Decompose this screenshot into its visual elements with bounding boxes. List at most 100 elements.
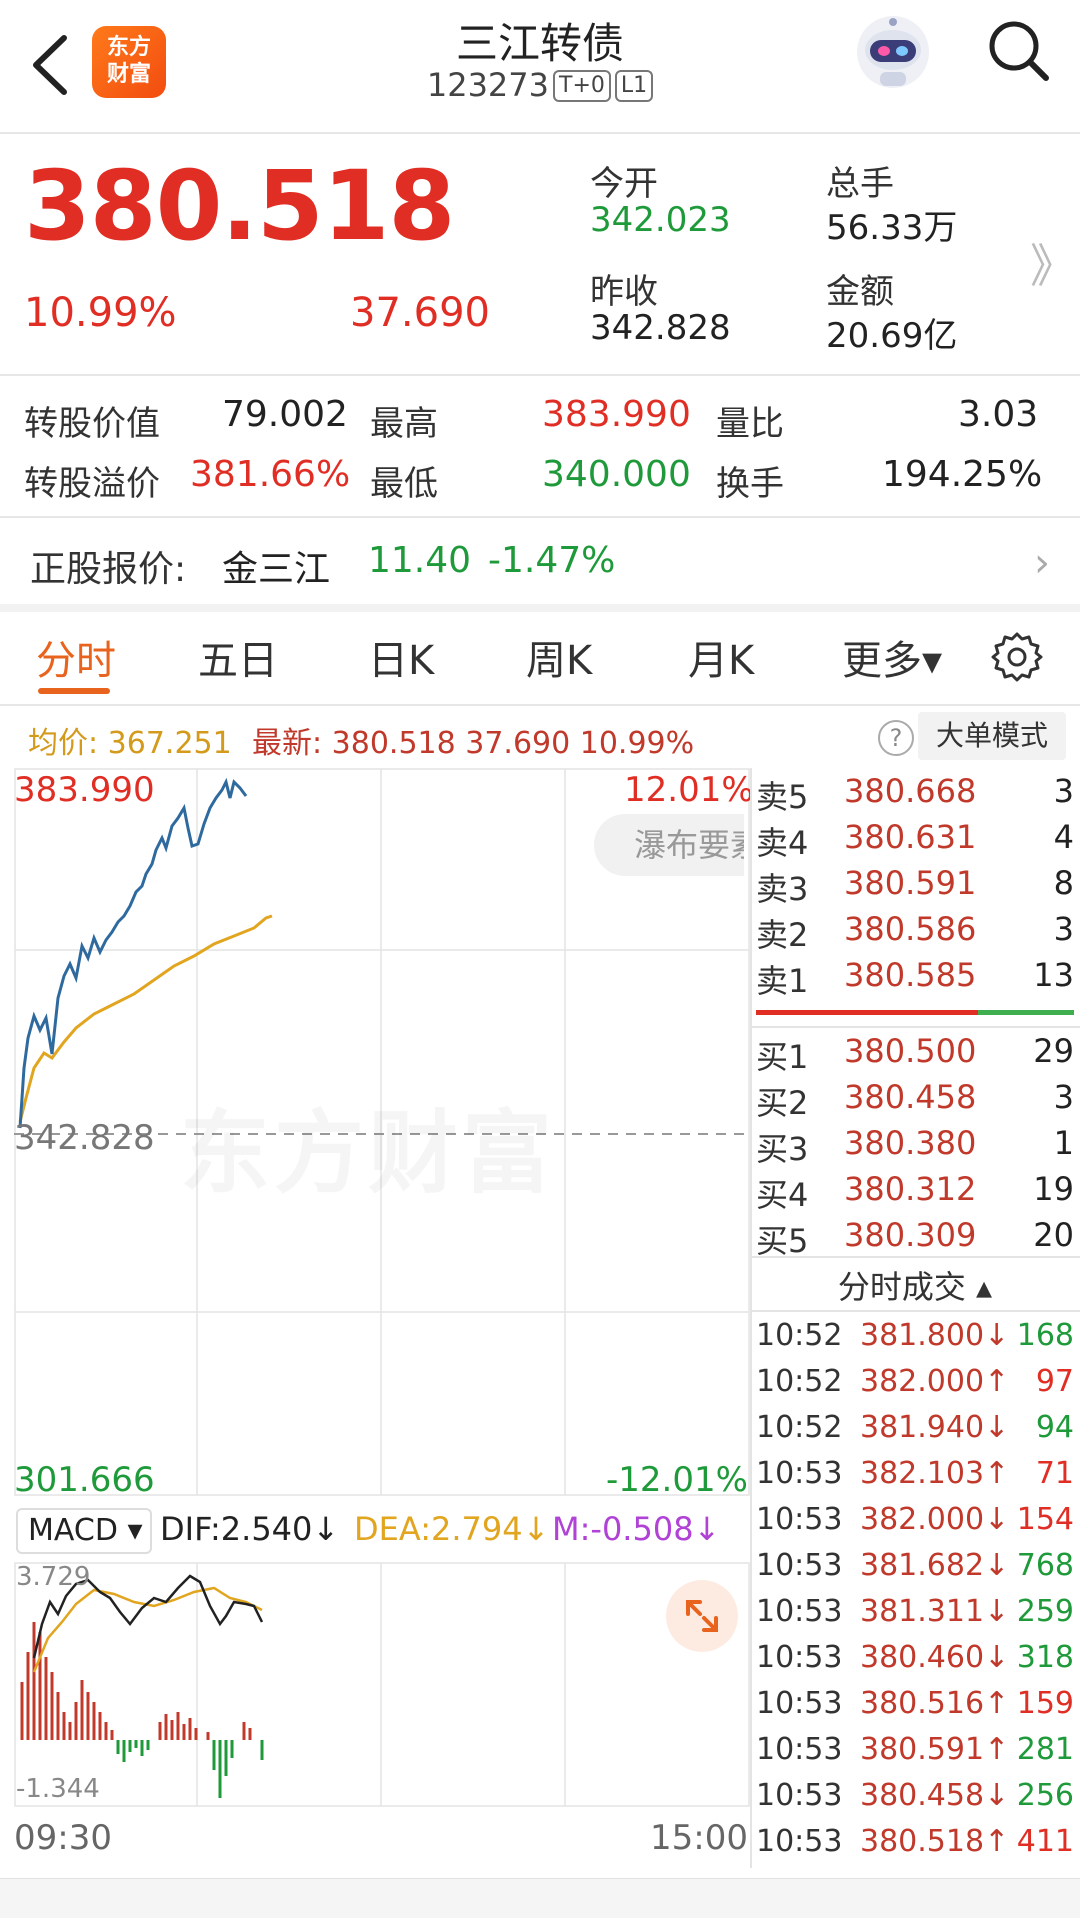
chevron-right-icon[interactable]: › bbox=[1034, 540, 1050, 586]
tick-volume: 411 bbox=[1016, 1824, 1074, 1859]
amount-value: 20.69亿 bbox=[826, 316, 958, 356]
macd-dea-line bbox=[32, 1586, 263, 1673]
tick-time: 10:53 bbox=[756, 1548, 843, 1583]
section-gap bbox=[0, 604, 1080, 612]
chart-top-price: 383.990 bbox=[14, 770, 155, 810]
underlying-stock-percent: -1.47% bbox=[488, 540, 616, 581]
ask-row: 卖1 380.585 13 bbox=[752, 956, 1078, 1002]
tick-time: 10:53 bbox=[756, 1686, 843, 1721]
ask-row: 卖4 380.631 4 bbox=[752, 818, 1078, 864]
more-quote-chevron[interactable]: 》 bbox=[1030, 230, 1076, 296]
ask-price: 380.591 bbox=[844, 864, 977, 902]
bid-row: 买4 380.312 19 bbox=[752, 1170, 1078, 1216]
ask-label: 卖5 bbox=[756, 778, 809, 816]
tick-price: 380.458↓ bbox=[860, 1778, 1010, 1813]
average-price-readout: 均价: 367.251 bbox=[28, 726, 232, 761]
time-axis-end: 15:00 bbox=[650, 1818, 748, 1858]
volume-label: 总手 bbox=[826, 164, 894, 204]
bid-price: 380.380 bbox=[844, 1124, 977, 1162]
ask-price: 380.585 bbox=[844, 956, 977, 994]
tick-time: 10:53 bbox=[756, 1640, 843, 1675]
expand-icon[interactable] bbox=[666, 1580, 738, 1652]
ask-row: 卖2 380.586 3 bbox=[752, 910, 1078, 956]
bid-price: 380.312 bbox=[844, 1170, 977, 1208]
time-axis-start: 09:30 bbox=[14, 1818, 112, 1858]
tick-price: 382.103↑ bbox=[860, 1456, 1010, 1491]
tick-price: 382.000↑ bbox=[860, 1364, 1010, 1399]
volume-value: 56.33万 bbox=[826, 208, 958, 248]
tick-row: 10:53 381.682↓ 768 bbox=[752, 1548, 1078, 1594]
bid-ask-bar-green bbox=[978, 1010, 1074, 1015]
robot-assistant-icon[interactable] bbox=[852, 12, 934, 94]
big-order-mode-button[interactable]: 大单模式 bbox=[918, 712, 1066, 760]
ticks-divider bbox=[752, 1256, 1080, 1258]
ticks-title-button[interactable]: 分时成交 ▴ bbox=[752, 1262, 1078, 1308]
ask-label: 卖2 bbox=[756, 916, 809, 954]
chart-bottom-price: 301.666 bbox=[14, 1460, 155, 1500]
tab-five-day[interactable]: 五日 bbox=[198, 628, 278, 686]
tick-price: 381.800↓ bbox=[860, 1318, 1010, 1353]
open-value: 342.023 bbox=[590, 200, 731, 240]
tick-volume: 97 bbox=[1035, 1364, 1074, 1399]
ask-label: 卖4 bbox=[756, 824, 809, 862]
tick-volume: 281 bbox=[1016, 1732, 1074, 1767]
back-arrow-icon[interactable] bbox=[22, 30, 82, 100]
search-icon[interactable] bbox=[984, 16, 1054, 86]
bid-label: 买3 bbox=[756, 1130, 809, 1168]
turnover-label: 换手 bbox=[716, 464, 784, 504]
bid-ask-bar-red bbox=[756, 1010, 978, 1015]
bid-price: 380.309 bbox=[844, 1216, 977, 1254]
amount-label: 金额 bbox=[826, 272, 894, 312]
macd-m: M:-0.508↓ bbox=[552, 1510, 721, 1548]
ask-price: 380.631 bbox=[844, 818, 977, 856]
conversion-value: 79.002 bbox=[222, 394, 348, 435]
bid-volume: 29 bbox=[1033, 1032, 1074, 1070]
tick-time: 10:53 bbox=[756, 1502, 843, 1537]
tab-monthly-k[interactable]: 月K bbox=[688, 628, 754, 686]
tab-daily-k[interactable]: 日K bbox=[368, 628, 434, 686]
gear-icon[interactable] bbox=[990, 630, 1044, 684]
page-title: 三江转债 bbox=[455, 19, 624, 68]
tick-price: 380.516↑ bbox=[860, 1686, 1010, 1721]
ask-price: 380.668 bbox=[844, 772, 977, 810]
tick-price: 380.460↓ bbox=[860, 1640, 1010, 1675]
tag-t0: T+0 bbox=[553, 70, 611, 102]
active-tab-indicator bbox=[38, 688, 110, 694]
tab-weekly-k[interactable]: 周K bbox=[526, 628, 592, 686]
macd-histogram-negative bbox=[116, 1740, 264, 1798]
tick-row: 10:53 380.591↑ 281 bbox=[752, 1732, 1078, 1778]
bid-volume: 19 bbox=[1033, 1170, 1074, 1208]
tick-volume: 71 bbox=[1035, 1456, 1074, 1491]
ask-volume: 8 bbox=[1053, 864, 1074, 902]
orderbook-mid-divider bbox=[752, 1026, 1080, 1028]
ask-volume: 3 bbox=[1053, 910, 1074, 948]
help-icon[interactable]: ? bbox=[878, 720, 914, 756]
bid-row: 买3 380.380 1 bbox=[752, 1124, 1078, 1170]
macd-dea: DEA:2.794↓ bbox=[354, 1510, 550, 1548]
bid-label: 买1 bbox=[756, 1038, 809, 1076]
last-price: 380.518 bbox=[24, 150, 455, 262]
quote-divider bbox=[0, 374, 1080, 376]
ask-price: 380.586 bbox=[844, 910, 977, 948]
tab-intraday[interactable]: 分时 bbox=[36, 628, 116, 686]
tick-price: 382.000↓ bbox=[860, 1502, 1010, 1537]
turnover-value: 194.25% bbox=[882, 454, 1043, 495]
indicator-selector[interactable]: MACD ▾ bbox=[16, 1508, 152, 1554]
underlying-stock-label: 正股报价: bbox=[30, 549, 187, 590]
low-value: 340.000 bbox=[542, 454, 691, 495]
waterfall-pill[interactable]: 瀑布要素 bbox=[594, 814, 744, 876]
tab-more[interactable]: 更多▾ bbox=[842, 628, 942, 686]
logo-text-top: 东方 bbox=[106, 35, 151, 60]
bond-code: 123273 bbox=[426, 66, 549, 104]
volume-ratio-value: 3.03 bbox=[958, 394, 1039, 435]
tick-volume: 94 bbox=[1035, 1410, 1074, 1445]
tick-row: 10:52 382.000↑ 97 bbox=[752, 1364, 1078, 1410]
chart-prev-close: 342.828 bbox=[14, 1118, 155, 1158]
tick-price: 381.940↓ bbox=[860, 1410, 1010, 1445]
high-value: 383.990 bbox=[542, 394, 691, 435]
bid-price: 380.500 bbox=[844, 1032, 977, 1070]
change-value: 37.690 bbox=[350, 290, 490, 336]
macd-chart[interactable] bbox=[14, 1562, 750, 1808]
underlying-stock-name: 金三江 bbox=[222, 549, 331, 590]
tick-volume: 154 bbox=[1016, 1502, 1074, 1537]
